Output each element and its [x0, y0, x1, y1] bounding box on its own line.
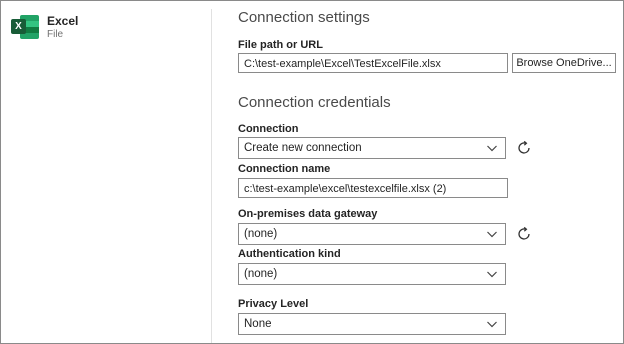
- authentication-kind-select[interactable]: (none): [238, 263, 506, 285]
- chevron-down-icon: [487, 145, 497, 152]
- connector-name: Excel: [47, 14, 79, 28]
- privacy-level-select[interactable]: None: [238, 313, 506, 335]
- gateway-label: On-premises data gateway: [238, 208, 378, 220]
- file-path-input[interactable]: C:\test-example\Excel\TestExcelFile.xlsx: [238, 53, 508, 73]
- chevron-down-icon: [487, 271, 497, 278]
- gateway-select[interactable]: (none): [238, 223, 506, 245]
- connection-select-value: Create new connection: [244, 142, 362, 154]
- connector-item-excel[interactable]: X Excel File: [11, 13, 78, 41]
- connection-label: Connection: [238, 123, 299, 135]
- authentication-kind-value: (none): [244, 268, 278, 280]
- browse-onedrive-button[interactable]: Browse OneDrive...: [512, 53, 616, 73]
- pane-divider: [211, 9, 212, 343]
- connection-name-input[interactable]: c:\test-example\excel\testexcelfile.xlsx…: [238, 178, 508, 198]
- gateway-select-value: (none): [244, 228, 278, 240]
- connector-subtitle: File: [47, 29, 64, 40]
- refresh-icon[interactable]: [516, 226, 532, 242]
- connection-name-label: Connection name: [238, 163, 331, 175]
- excel-logo-icon: X: [11, 13, 39, 41]
- privacy-level-value: None: [244, 318, 272, 330]
- refresh-icon[interactable]: [516, 140, 532, 156]
- connection-select[interactable]: Create new connection: [238, 137, 506, 159]
- privacy-level-label: Privacy Level: [238, 298, 309, 310]
- connection-dialog: X Excel File Connection settings File pa…: [0, 0, 624, 344]
- chevron-down-icon: [487, 321, 497, 328]
- connector-pane: X Excel File: [1, 1, 211, 343]
- connection-credentials-title: Connection credentials: [238, 94, 391, 111]
- chevron-down-icon: [487, 231, 497, 238]
- file-path-label: File path or URL: [238, 39, 323, 51]
- authentication-kind-label: Authentication kind: [238, 248, 341, 260]
- connection-settings-title: Connection settings: [238, 9, 370, 26]
